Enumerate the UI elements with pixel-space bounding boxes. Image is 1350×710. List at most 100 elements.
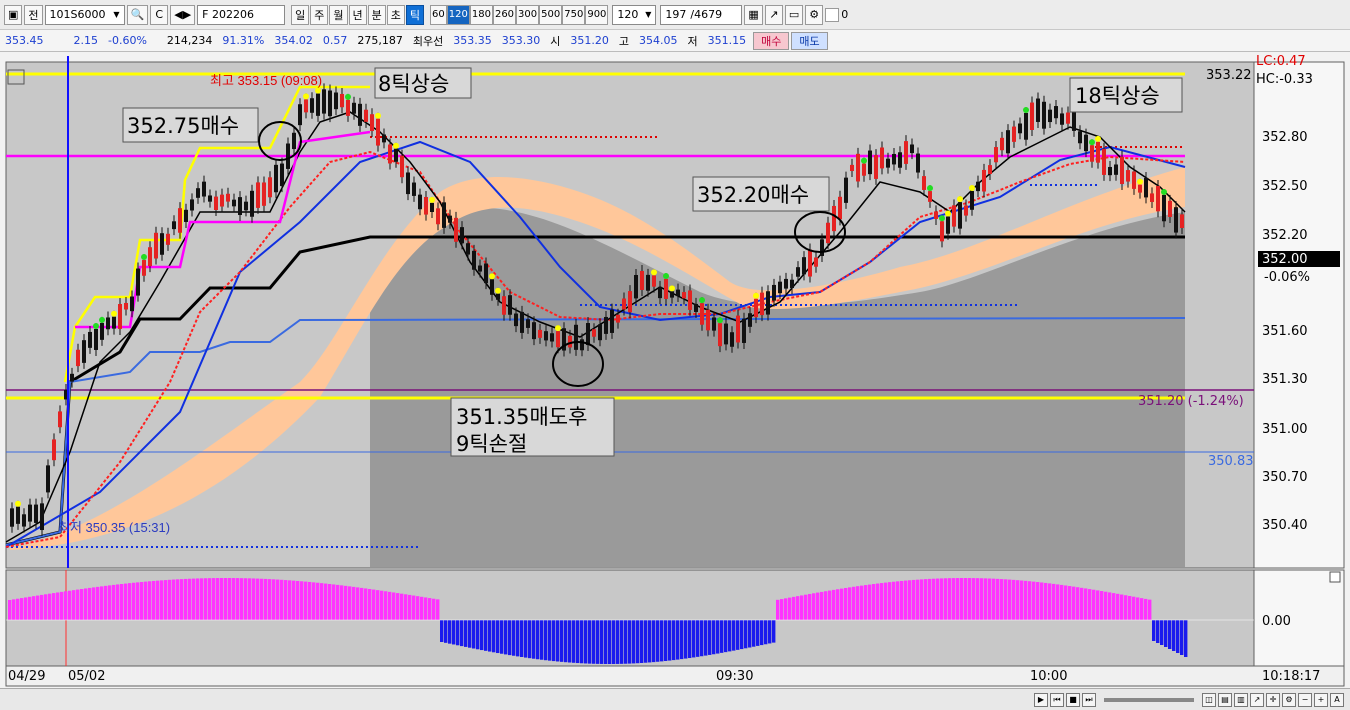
osc-bar — [720, 620, 724, 653]
sell-button[interactable]: 매도 — [791, 31, 828, 50]
tick-button[interactable]: 750 — [562, 4, 586, 25]
osc-bar — [428, 598, 432, 620]
y-tick-label: 351.00 — [1262, 422, 1308, 437]
signal-marker — [717, 317, 723, 324]
grid-icon[interactable]: ▦ — [744, 4, 763, 25]
gear-icon[interactable]: ⚙ — [805, 4, 824, 25]
candle — [898, 152, 902, 168]
tick-button[interactable]: 900 — [585, 4, 609, 25]
draw-icon[interactable]: ↗ — [1250, 692, 1264, 707]
period-button[interactable]: 일 — [291, 4, 310, 25]
blue-label: 350.83 — [1208, 454, 1254, 469]
buy-button[interactable]: 매수 — [753, 31, 790, 50]
chevron-down-icon[interactable]: ▼ — [645, 10, 651, 19]
candle — [112, 316, 116, 329]
osc-bar — [404, 594, 408, 620]
candle — [808, 249, 812, 277]
osc-bar — [140, 581, 144, 620]
minus-icon[interactable]: − — [1298, 692, 1312, 707]
text-icon[interactable]: A — [1330, 692, 1344, 707]
mode-button[interactable]: 전 — [24, 4, 43, 25]
osc-bar — [584, 620, 588, 664]
search-icon[interactable]: 🔍 — [126, 4, 149, 25]
candle — [712, 317, 716, 331]
osc-bar — [448, 620, 452, 644]
chart-icon[interactable]: ↗ — [764, 4, 783, 25]
x-tick-label: 04/29 — [8, 669, 46, 684]
play-icon[interactable]: ▶ — [1034, 692, 1048, 707]
osc-bar — [620, 620, 624, 664]
osc-bar — [804, 594, 808, 620]
osc-bar — [256, 578, 260, 620]
product-field[interactable]: F 202206 — [197, 4, 286, 25]
osc-bar — [744, 620, 748, 649]
tick-button[interactable]: 60 — [430, 4, 447, 25]
period-button[interactable]: 분 — [367, 4, 386, 25]
signal-marker — [93, 322, 99, 329]
osc-bar — [996, 578, 1000, 620]
osc-bar — [956, 578, 960, 620]
tick-button[interactable]: 120 — [446, 4, 470, 25]
period-tabs: 일주월년분초틱 — [291, 4, 425, 25]
osc-bar — [536, 620, 540, 660]
osc-bar — [340, 585, 344, 620]
osc-bar — [1120, 594, 1124, 620]
layout-icon[interactable]: ▤ — [1218, 692, 1232, 707]
osc-bar — [952, 578, 956, 620]
save-icon[interactable]: ▭ — [784, 4, 804, 25]
candle — [658, 286, 662, 299]
count-field[interactable]: 197/4679 — [660, 4, 743, 25]
candle — [148, 247, 152, 267]
last-icon[interactable]: ⏭ — [1082, 692, 1096, 707]
speaker-icon[interactable]: ◀▶ — [170, 4, 196, 25]
checkbox[interactable] — [825, 7, 840, 22]
plus-icon[interactable]: + — [1314, 692, 1328, 707]
tick-button[interactable]: 500 — [539, 4, 563, 25]
period-button[interactable]: 주 — [310, 4, 329, 25]
window-menu-icon[interactable]: ▣ — [4, 4, 23, 25]
osc-bar — [860, 585, 864, 620]
candle — [184, 209, 188, 222]
price-chart[interactable] — [0, 52, 1350, 688]
candle — [346, 99, 350, 116]
tick-button[interactable]: 260 — [492, 4, 517, 25]
osc-bar — [168, 579, 172, 620]
period-button[interactable]: 틱 — [405, 4, 425, 25]
candle — [646, 274, 650, 291]
period-button[interactable]: 초 — [386, 4, 405, 25]
x-tick-label: 09:30 — [716, 669, 754, 684]
y-tick-label: 350.70 — [1262, 470, 1308, 485]
candle — [688, 290, 692, 310]
settings-icon[interactable]: ⚙ — [1282, 692, 1296, 707]
code-field[interactable]: 101S6000 ▼ — [44, 4, 125, 25]
period-button[interactable]: 년 — [348, 4, 367, 25]
tick-button[interactable]: 180 — [469, 4, 493, 25]
osc-bar — [220, 578, 224, 620]
high-label: 고 — [618, 34, 629, 48]
candle — [532, 322, 536, 340]
stop-icon[interactable]: ■ — [1066, 692, 1080, 707]
value-4: 275,187 — [357, 34, 403, 47]
osc-bar — [880, 583, 884, 620]
signal-marker — [969, 185, 975, 192]
first-icon[interactable]: ⏮ — [1050, 692, 1064, 707]
scroll-slider[interactable] — [1104, 697, 1194, 702]
candle — [1150, 193, 1154, 202]
tick-select[interactable]: 120 ▼ — [612, 4, 657, 25]
osc-bar — [876, 583, 880, 620]
indicator-icon[interactable]: ▥ — [1234, 692, 1248, 707]
candle — [274, 164, 278, 193]
period-button[interactable]: 월 — [329, 4, 348, 25]
best-ask: 353.30 — [501, 34, 541, 47]
osc-bar — [56, 592, 60, 620]
tick-button[interactable]: 300 — [516, 4, 540, 25]
osc-bar — [444, 620, 448, 643]
candle — [988, 165, 992, 175]
chevron-down-icon[interactable]: ▼ — [113, 10, 119, 19]
cursor-icon[interactable]: ✛ — [1266, 692, 1280, 707]
c-icon[interactable]: C — [150, 4, 169, 25]
zoom-icon[interactable]: ◫ — [1202, 692, 1216, 707]
chart-area[interactable]: 최고 353.15 (09:08) 최저 350.35 (15:31) 8틱상승… — [0, 52, 1350, 688]
candle — [1042, 101, 1046, 129]
osc-bar — [276, 579, 280, 620]
